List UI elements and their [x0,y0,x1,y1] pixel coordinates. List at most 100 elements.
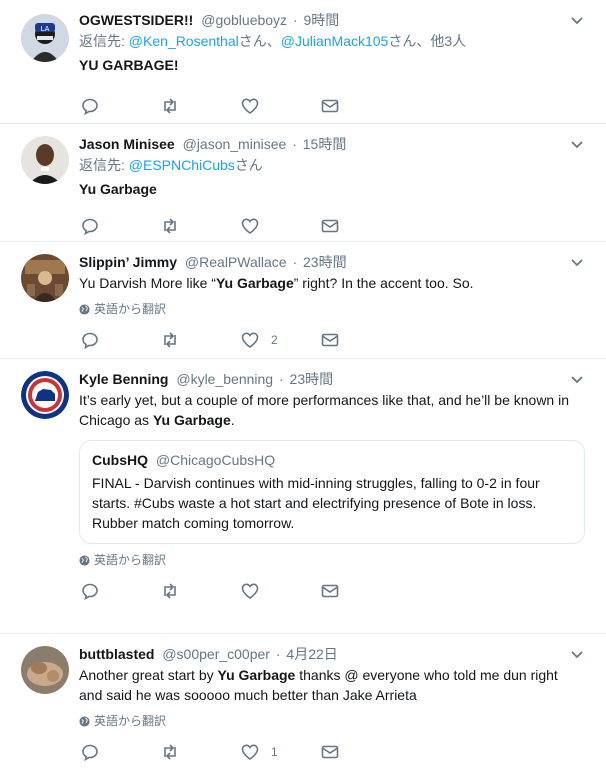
chevron-down-icon[interactable] [569,646,585,662]
retweet-icon [164,218,176,234]
reply-to: 返信先: @ESPNChiCubsさん [79,155,594,175]
tweet-text: YU GARBAGE! [79,57,179,73]
timestamp[interactable]: 23時間 [290,371,334,387]
retweet-icon [164,332,176,348]
dm-button[interactable] [321,217,401,235]
tweet[interactable]: Kyle Benning @kyle_benning · 23時間 It’s e… [0,359,606,634]
retweet-button[interactable] [161,582,241,600]
action-bar [81,209,594,243]
separator: · [292,12,298,28]
action-bar [81,89,594,123]
separator: · [292,254,298,270]
reply-user-link[interactable]: @ESPNChiCubs [129,157,235,173]
quoted-text: FINAL - Darvish continues with mid-innin… [92,475,540,531]
translate-label: 英語から翻訳 [94,302,167,316]
translate-label: 英語から翻訳 [94,553,167,567]
reply-prefix: 返信先: [79,157,125,173]
retweet-button[interactable] [161,331,241,349]
text-segment: Another great start by [79,667,218,683]
quoted-user-name: CubsHQ [92,452,148,468]
tweet-text: Yu Darvish More like “Yu Garbage” right?… [79,273,594,293]
user-handle[interactable]: @jason_minisee [183,136,287,152]
like-button[interactable]: 2 [241,331,321,349]
like-button[interactable] [241,582,321,600]
avatar[interactable] [21,254,69,302]
user-handle[interactable]: @kyle_benning [176,371,273,387]
reply-prefix: 返信先: [79,33,125,49]
separator: · [278,371,284,387]
reply-joiner: 、 [266,33,281,49]
reply-button[interactable] [81,217,161,235]
reply-user-link[interactable]: @JulianMack105 [281,33,389,49]
action-bar: 1 [81,735,594,769]
reply-button[interactable] [81,331,161,349]
separator: · [275,646,281,662]
globe-icon [79,303,90,315]
text-segment: Yu Darvish More like “ [79,275,216,291]
user-name[interactable]: Kyle Benning [79,371,168,387]
retweet-button[interactable] [161,217,241,235]
tweet[interactable]: LA OGWESTSIDER!! @goblueboyz · 9時間 返信先: … [0,0,606,124]
user-handle[interactable]: @s00per_c00per [162,646,270,662]
user-name[interactable]: Jason Minisee [79,136,175,152]
user-handle[interactable]: @goblueboyz [201,12,287,28]
chevron-down-icon[interactable] [569,371,585,387]
avatar[interactable] [21,371,69,419]
text-segment: . [230,412,235,428]
text-bold-segment: Yu Garbage [217,667,296,683]
heart-icon [241,218,259,234]
avatar[interactable]: LA [21,14,69,62]
translate-link[interactable]: 英語から翻訳 [79,713,594,729]
timestamp[interactable]: 23時間 [303,254,347,270]
reply-button[interactable] [81,97,161,115]
text-bold-segment: Yu Garbage [215,275,294,291]
tweet-text: Another great start by Yu Garbage thanks… [79,665,585,705]
envelope-icon [321,584,339,598]
like-count: 1 [271,745,278,759]
like-button[interactable] [241,217,321,235]
reply-to: 返信先: @Ken_Rosenthalさん、@JulianMack105さん、他… [79,31,594,51]
action-bar: 2 [81,323,594,357]
chevron-down-icon[interactable] [569,254,585,270]
reply-icon [82,583,98,600]
avatar[interactable] [21,136,69,184]
tweet[interactable]: Jason Minisee @jason_minisee · 15時間 返信先:… [0,124,606,242]
dm-button[interactable] [321,582,401,600]
tweet[interactable]: Slippin’ Jimmy @RealPWallace · 23時間 Yu D… [0,242,606,359]
dm-button[interactable] [321,97,401,115]
heart-icon [241,583,259,599]
envelope-icon [321,219,339,233]
dm-button[interactable] [321,331,401,349]
chevron-down-icon[interactable] [569,136,585,152]
reply-button[interactable] [81,582,161,600]
quoted-tweet[interactable]: CubsHQ @ChicagoCubsHQ FINAL - Darvish co… [79,440,585,544]
reply-icon [82,98,98,115]
reply-button[interactable] [81,743,161,761]
retweet-icon [164,98,176,114]
like-button[interactable]: 1 [241,743,321,761]
retweet-button[interactable] [161,97,241,115]
tweet[interactable]: buttblasted @s00per_c00per · 4月22日 Anoth… [0,634,606,767]
timestamp[interactable]: 15時間 [303,136,347,152]
user-name[interactable]: OGWESTSIDER!! [79,12,193,28]
user-name[interactable]: Slippin’ Jimmy [79,254,177,270]
quoted-user-handle: @ChicagoCubsHQ [155,452,276,468]
avatar[interactable] [21,646,69,694]
user-name[interactable]: buttblasted [79,646,154,662]
user-handle[interactable]: @RealPWallace [185,254,287,270]
like-button[interactable] [241,97,321,115]
dm-button[interactable] [321,743,401,761]
chevron-down-icon[interactable] [569,12,585,28]
tweet-text: Yu Garbage [79,181,157,197]
translate-link[interactable]: 英語から翻訳 [79,552,594,568]
reply-user-link[interactable]: @Ken_Rosenthal [129,33,239,49]
globe-icon [79,554,90,566]
translate-link[interactable]: 英語から翻訳 [79,301,594,317]
translate-label: 英語から翻訳 [94,714,167,728]
timestamp[interactable]: 4月22日 [286,646,337,662]
retweet-button[interactable] [161,743,241,761]
timestamp[interactable]: 9時間 [304,12,340,28]
heart-icon [241,744,259,760]
reply-suffix: さん、他3人 [388,33,467,49]
reply-san: さん [238,33,267,49]
